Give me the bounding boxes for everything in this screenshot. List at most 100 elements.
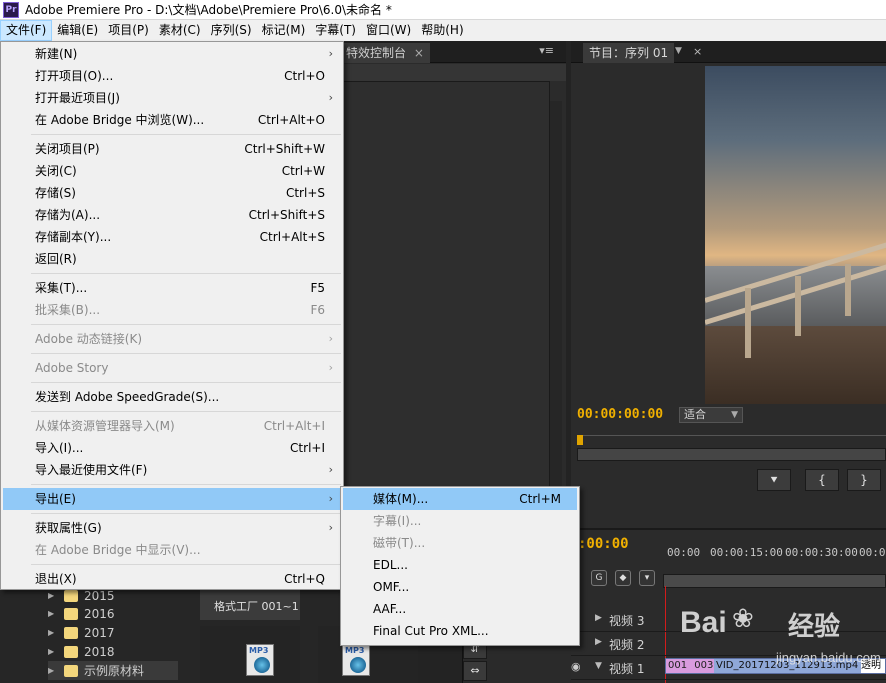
mark-out-button[interactable]: } xyxy=(847,469,881,491)
folder-label: 示例原材料 xyxy=(84,664,145,678)
menu-item-export[interactable]: 导出(E) › xyxy=(3,488,341,510)
track-label: 视频 3 xyxy=(609,614,645,628)
menu-item-open-project[interactable]: 打开项目(O)... Ctrl+O xyxy=(3,65,341,87)
marker-icon[interactable]: ◆ xyxy=(615,570,631,586)
program-scrub-bar[interactable] xyxy=(577,448,886,461)
menu-item-save-as[interactable]: 存储为(A)... Ctrl+Shift+S xyxy=(3,204,341,226)
program-ruler xyxy=(577,435,886,445)
menu-help[interactable]: 帮助(H) xyxy=(416,20,468,41)
thumb-card[interactable]: 格式工厂 001~1 xyxy=(200,590,300,620)
menu-item-export-fcp-xml[interactable]: Final Cut Pro XML... xyxy=(343,620,577,642)
mp3-label: MP3 xyxy=(249,646,269,655)
menu-item-import[interactable]: 导入(I)... Ctrl+I xyxy=(3,437,341,459)
snap-icon[interactable]: G xyxy=(591,570,607,586)
menu-item-batch-capture[interactable]: 批采集(B)... F6 xyxy=(3,299,341,321)
menu-item-get-properties[interactable]: 获取属性(G) › xyxy=(3,517,341,539)
close-icon[interactable]: × xyxy=(693,45,702,58)
tab-effect-controls[interactable]: 特效控制台 × xyxy=(340,43,430,63)
watermark-brand-cn: 经验 xyxy=(788,612,841,642)
baidu-watermark: Bai ❀ 经验 jingyan.baidu.com xyxy=(680,602,881,665)
menu-item-revert[interactable]: 返回(R) xyxy=(3,248,341,270)
mp3-label: MP3 xyxy=(345,646,365,655)
menu-window[interactable]: 窗口(W) xyxy=(361,20,416,41)
menu-item-send-speedgrade[interactable]: 发送到 Adobe SpeedGrade(S)... xyxy=(3,386,341,408)
panel-menu-icon[interactable]: ▾≡ xyxy=(539,44,554,57)
chevron-right-icon[interactable]: ▶ xyxy=(48,609,58,618)
media-tile[interactable]: MP3 xyxy=(200,626,300,683)
chevron-right-icon[interactable]: ▶ xyxy=(48,628,58,637)
menu-item-open-recent[interactable]: 打开最近项目(J) › xyxy=(3,87,341,109)
program-timecode[interactable]: 00:00:00:00 xyxy=(577,407,663,422)
timeline-ruler[interactable]: 00:00 00:00:15:00 00:00:30:00 00:00 xyxy=(663,542,886,574)
menu-separator xyxy=(31,484,341,485)
title-bar: Pr Adobe Premiere Pro - D:\文档\Adobe\Prem… xyxy=(0,0,886,20)
folder-label: 2016 xyxy=(84,606,115,621)
menu-separator xyxy=(31,134,341,135)
effect-controls-scrollbar[interactable] xyxy=(550,101,562,519)
chevron-right-icon[interactable]: ▶ xyxy=(48,591,58,600)
menu-item-save-copy[interactable]: 存储副本(Y)... Ctrl+Alt+S xyxy=(3,226,341,248)
timeline-zoom-bar[interactable] xyxy=(663,574,886,588)
chevron-down-icon[interactable]: ▼ xyxy=(675,46,687,58)
tab-program-monitor[interactable]: 节目：序列 01 xyxy=(583,43,675,63)
menu-clip[interactable]: 素材(C) xyxy=(154,20,206,41)
menu-separator xyxy=(31,273,341,274)
clip-prefix: 001 003 xyxy=(666,659,714,673)
menu-separator xyxy=(31,382,341,383)
menu-separator xyxy=(31,324,341,325)
folder-item[interactable]: ▶ 示例原材料 xyxy=(48,661,178,680)
folder-icon xyxy=(64,664,78,677)
menu-item-export-aaf[interactable]: AAF... xyxy=(343,598,577,620)
timeline-tick: 00:00:15:00 xyxy=(710,546,783,559)
chevron-down-icon: ▼ xyxy=(731,410,738,420)
menu-item-save[interactable]: 存储(S) Ctrl+S xyxy=(3,182,341,204)
menu-item-export-omf[interactable]: OMF... xyxy=(343,576,577,598)
folder-item[interactable]: ▶ 2017 xyxy=(48,623,115,642)
menu-item-exit[interactable]: 退出(X) Ctrl+Q xyxy=(3,568,341,590)
eye-icon[interactable]: ◉ xyxy=(571,660,581,673)
menu-item-adobe-story[interactable]: Adobe Story › xyxy=(3,357,341,379)
mp3-file-icon: MP3 xyxy=(342,644,370,676)
menu-item-export-titles[interactable]: 字幕(I)... xyxy=(343,510,577,532)
menu-title[interactable]: 字幕(T) xyxy=(310,20,361,41)
chevron-right-icon[interactable]: ▶ xyxy=(595,637,602,647)
menu-sequence[interactable]: 序列(S) xyxy=(206,20,257,41)
track-label: 视频 2 xyxy=(609,638,645,652)
chevron-right-icon[interactable]: ▶ xyxy=(48,666,58,675)
menu-item-reveal-bridge[interactable]: 在 Adobe Bridge 中显示(V)... xyxy=(3,539,341,561)
menu-item-export-media[interactable]: 媒体(M)... Ctrl+M xyxy=(343,488,577,510)
video-post xyxy=(845,264,851,316)
menu-item-import-recent[interactable]: 导入最近使用文件(F) › xyxy=(3,459,341,481)
menu-item-import-media-browser[interactable]: 从媒体资源管理器导入(M) Ctrl+Alt+I xyxy=(3,415,341,437)
menu-item-capture[interactable]: 采集(T)... F5 xyxy=(3,277,341,299)
folder-item[interactable]: ▶ 2018 xyxy=(48,642,115,661)
menu-item-export-edl[interactable]: EDL... xyxy=(343,554,577,576)
menu-file[interactable]: 文件(F) xyxy=(0,20,53,41)
menu-item-close[interactable]: 关闭(C) Ctrl+W xyxy=(3,160,341,182)
menu-item-new[interactable]: 新建(N) › xyxy=(3,43,341,65)
menu-marker[interactable]: 标记(M) xyxy=(257,20,311,41)
chevron-right-icon[interactable]: ▶ xyxy=(48,647,58,656)
chevron-right-icon: › xyxy=(328,492,333,505)
close-icon[interactable]: × xyxy=(414,46,424,60)
menu-item-dynamic-link[interactable]: Adobe 动态链接(K) › xyxy=(3,328,341,350)
menu-project[interactable]: 项目(P) xyxy=(103,20,154,41)
menu-edit[interactable]: 编辑(E) xyxy=(52,20,103,41)
timeline-timecode[interactable]: :00:00 xyxy=(578,536,629,552)
menu-item-export-tape[interactable]: 磁带(T)... xyxy=(343,532,577,554)
chevron-right-icon[interactable]: ▶ xyxy=(595,613,602,623)
add-marker-button[interactable]: ⯆ xyxy=(757,469,791,491)
mp3-file-icon: MP3 xyxy=(246,644,274,676)
add-marker-icon[interactable]: ▾ xyxy=(639,570,655,586)
menu-item-close-project[interactable]: 关闭项目(P) Ctrl+Shift+W xyxy=(3,138,341,160)
tab-effect-controls-label: 特效控制台 xyxy=(346,46,407,60)
menu-separator xyxy=(31,411,341,412)
zoom-fit-select[interactable]: 适合 ▼ xyxy=(679,407,743,423)
folder-item[interactable]: ▶ 2016 xyxy=(48,604,115,623)
playhead-icon[interactable] xyxy=(577,435,583,445)
chevron-down-icon[interactable]: ▼ xyxy=(595,661,602,671)
menu-item-browse-bridge[interactable]: 在 Adobe Bridge 中浏览(W)... Ctrl+Alt+O xyxy=(3,109,341,131)
mark-in-button[interactable]: { xyxy=(805,469,839,491)
folder-icon xyxy=(64,589,78,602)
move-icon[interactable]: ⇔ xyxy=(463,661,487,681)
